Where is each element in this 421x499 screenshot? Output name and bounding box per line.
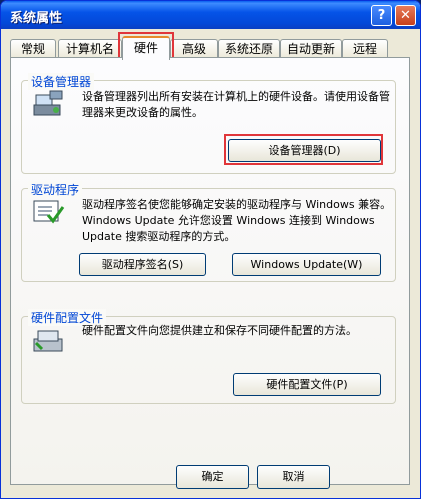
- ok-button[interactable]: 确定: [176, 465, 249, 489]
- group-hardware-profiles: 硬件配置文件 硬件配置文件向您提供建立和保存不同硬件配置的方法。 硬件配置文件(…: [21, 309, 396, 404]
- device-manager-button[interactable]: 设备管理器(D): [228, 139, 381, 162]
- system-properties-window: 系统属性 ? ✕ 常规 计算机名 硬件 高级 系统还原 自动更新 远程 设备管理…: [0, 0, 421, 499]
- tab-system-restore[interactable]: 系统还原: [218, 39, 280, 58]
- drivers-description: 驱动程序签名使您能够确定安装的驱动程序与 Windows 兼容。Windows …: [82, 198, 392, 243]
- hardware-profiles-icon: [33, 330, 63, 352]
- cancel-button[interactable]: 取消: [257, 465, 330, 489]
- close-button[interactable]: ✕: [395, 5, 416, 26]
- tab-advanced[interactable]: 高级: [170, 39, 218, 58]
- hardware-profiles-description: 硬件配置文件向您提供建立和保存不同硬件配置的方法。: [82, 324, 357, 337]
- tab-hardware[interactable]: 硬件: [122, 36, 170, 60]
- device-manager-icon: [33, 90, 63, 116]
- legend-device-manager: 设备管理器: [28, 73, 95, 90]
- driver-signing-icon: [33, 200, 65, 224]
- legend-drivers: 驱动程序: [28, 181, 83, 198]
- help-button[interactable]: ?: [371, 5, 392, 26]
- tab-remote[interactable]: 远程: [342, 39, 388, 58]
- group-device-manager: 设备管理器 设备管理器列出所有安装在计算机上的硬件设备。请使用设备管理器来更改设…: [21, 73, 396, 174]
- windows-update-button[interactable]: Windows Update(W): [232, 253, 381, 276]
- tab-general[interactable]: 常规: [10, 39, 56, 58]
- window-title: 系统属性: [10, 11, 63, 26]
- hardware-profiles-button[interactable]: 硬件配置文件(P): [233, 373, 381, 396]
- tab-auto-update[interactable]: 自动更新: [280, 39, 342, 58]
- dialog-client: 常规 计算机名 硬件 高级 系统还原 自动更新 远程 设备管理器 设备管理器列出…: [4, 29, 417, 495]
- group-drivers: 驱动程序 驱动程序签名使您能够确定安装的驱动程序与 Windows 兼容。Win…: [21, 181, 396, 282]
- title-bar[interactable]: 系统属性 ? ✕: [1, 1, 420, 29]
- tab-panel-hardware: 设备管理器 设备管理器列出所有安装在计算机上的硬件设备。请使用设备管理器来更改设…: [10, 57, 410, 485]
- device-manager-description: 设备管理器列出所有安装在计算机上的硬件设备。请使用设备管理器来更改设备的属性。: [82, 90, 390, 119]
- tab-computer-name[interactable]: 计算机名: [58, 39, 122, 58]
- driver-signing-button[interactable]: 驱动程序签名(S): [79, 253, 206, 276]
